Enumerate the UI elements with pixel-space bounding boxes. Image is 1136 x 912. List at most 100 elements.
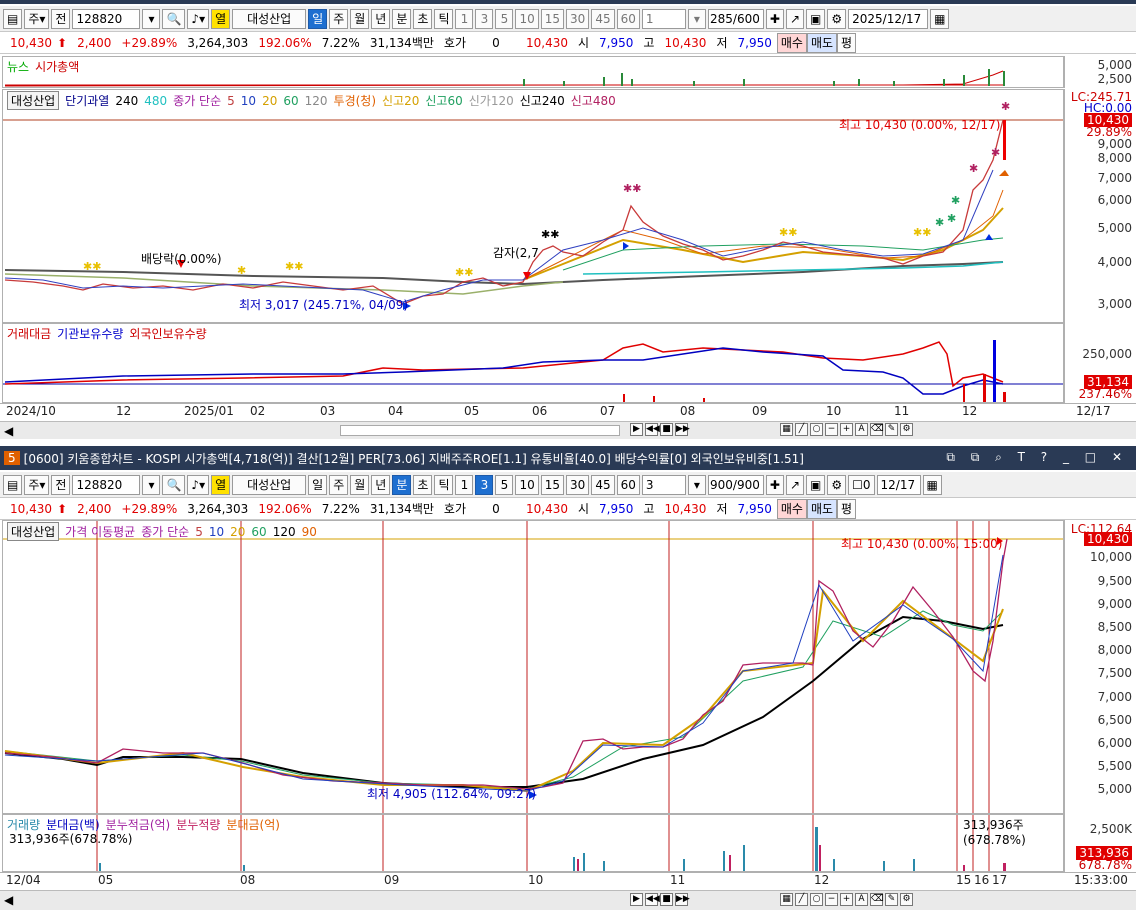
interval-45[interactable]: 45 [591, 474, 615, 495]
period-tick[interactable]: 틱 [434, 8, 454, 29]
period-month[interactable]: 월 [350, 8, 370, 29]
price-pane[interactable]: ✱✱ ✱ ✱✱ ✱✱ ✱✱ ✱✱ ✱✱ ✱✱ ✱ ✱ ✱ ✱ ✱ ✱ 대성산업 단기과열 240 4… [2, 89, 1064, 323]
settings-icon[interactable]: ⚙ [900, 893, 913, 906]
grid-icon[interactable]: ▦ [780, 893, 793, 906]
settings-icon[interactable]: ⚙ [900, 423, 913, 436]
zoom-icon[interactable]: ○ [810, 423, 823, 436]
code-dropdown-icon[interactable]: ▾ [142, 474, 161, 495]
count-input[interactable]: 285/600 [707, 8, 764, 29]
window-controls[interactable]: ⧉ ⧉ ⌕ T ? _ □ ✕ [946, 450, 1128, 465]
hot-badge[interactable]: 열 [211, 474, 231, 495]
sell-button[interactable]: 매도 [806, 32, 838, 53]
eval-button[interactable]: 평 [837, 498, 857, 519]
period-week[interactable]: 주 [329, 8, 349, 29]
interval-60[interactable]: 60 [616, 8, 640, 29]
period-mode-select[interactable]: 주 ▾ [24, 8, 50, 29]
crosshair-icon[interactable]: ✚ [765, 474, 784, 495]
period-minute[interactable]: 분 [392, 8, 412, 29]
interval-5[interactable]: 5 [495, 8, 514, 29]
save-icon[interactable]: ▣ [806, 8, 826, 29]
line-tool-icon[interactable]: ╱ [795, 423, 808, 436]
interval-15[interactable]: 15 [540, 8, 565, 29]
period-year[interactable]: 년 [371, 8, 391, 29]
forward-icon[interactable]: ▶▶ [675, 423, 690, 436]
compare-icon[interactable]: ↗ [785, 474, 805, 495]
period-day[interactable]: 일 [308, 474, 328, 495]
scroll-left-icon[interactable]: ◀ [4, 424, 13, 438]
save-icon[interactable]: ▣ [806, 474, 826, 495]
play-icon[interactable]: ▶ [630, 423, 643, 436]
stop-icon[interactable]: ■ [660, 423, 673, 436]
scroll-left-icon[interactable]: ◀ [4, 893, 13, 907]
date-input[interactable]: 2025/12/17 [848, 8, 929, 29]
compare-icon[interactable]: ↗ [785, 8, 805, 29]
line-tool-icon[interactable]: ╱ [795, 893, 808, 906]
sound-icon[interactable]: ♪▾ [187, 474, 210, 495]
sound-icon[interactable]: ♪▾ [187, 8, 210, 29]
unit-dropdown-icon[interactable]: ▾ [687, 8, 706, 29]
top-scrollbar[interactable]: ◀ ▶ ◀◀ ■ ▶▶ ▦ ╱ ○ − + A ⌫ ✎ ⚙ [0, 421, 1136, 439]
prev-button[interactable]: 전 [51, 8, 71, 29]
zoom-out-icon[interactable]: − [825, 893, 838, 906]
interval-5[interactable]: 5 [495, 474, 514, 495]
text-tool-icon[interactable]: A [855, 893, 868, 906]
search-icon[interactable]: 🔍 [162, 8, 186, 29]
interval-10[interactable]: 10 [515, 8, 539, 29]
interval-1[interactable]: 1 [455, 8, 474, 29]
zoom-in-icon[interactable]: + [840, 423, 853, 436]
period-month[interactable]: 월 [350, 474, 370, 495]
interval-45[interactable]: 45 [591, 8, 615, 29]
interval-60[interactable]: 60 [616, 474, 640, 495]
minute-volume-pane[interactable]: 거래량 분대금(백) 분누적금(억) 분누적량 분대금(억) 313,936주(… [2, 814, 1064, 872]
gear-icon[interactable]: ⚙ [827, 474, 847, 495]
period-year[interactable]: 년 [371, 474, 391, 495]
interval-1[interactable]: 1 [455, 474, 474, 495]
scroll-thumb[interactable] [340, 425, 620, 436]
eraser-icon[interactable]: ⌫ [870, 423, 884, 436]
stock-code-input[interactable]: 128820 [72, 474, 141, 495]
legend-stock-name[interactable]: 대성산업 [7, 91, 60, 110]
interval-3[interactable]: 3 [475, 474, 494, 495]
period-tick[interactable]: 틱 [434, 474, 454, 495]
search-icon[interactable]: 🔍 [162, 474, 186, 495]
gear-icon[interactable]: ⚙ [827, 8, 847, 29]
eval-button[interactable]: 평 [837, 32, 857, 53]
period-week[interactable]: 주 [329, 474, 349, 495]
grid-icon[interactable]: ▦ [780, 423, 793, 436]
period-mode-select[interactable]: 주 ▾ [24, 474, 50, 495]
interval-30[interactable]: 30 [566, 8, 590, 29]
chart-type-icon[interactable]: ▤ [3, 8, 23, 29]
period-day[interactable]: 일 [308, 8, 328, 29]
eraser-icon[interactable]: ⌫ [870, 893, 884, 906]
interval-15[interactable]: 15 [540, 474, 565, 495]
period-second[interactable]: 초 [413, 8, 433, 29]
volume-pane[interactable]: 거래대금 기관보유수량 외국인보유수량 [2, 323, 1064, 403]
sell-button[interactable]: 매도 [806, 498, 838, 519]
checkbox[interactable]: ☐ 0 [848, 474, 875, 495]
interval-10[interactable]: 10 [515, 474, 539, 495]
unit-input[interactable]: 1 [641, 8, 686, 29]
bottom-scrollbar[interactable]: ◀ ▶ ◀◀ ■ ▶▶ ▦ ╱ ○ − + A ⌫ ✎ ⚙ [0, 890, 1136, 910]
code-dropdown-icon[interactable]: ▾ [142, 8, 161, 29]
text-tool-icon[interactable]: A [855, 423, 868, 436]
crosshair-icon[interactable]: ✚ [765, 8, 784, 29]
period-minute[interactable]: 분 [392, 474, 412, 495]
zoom-in-icon[interactable]: + [840, 893, 853, 906]
zoom-icon[interactable]: ○ [810, 893, 823, 906]
zoom-out-icon[interactable]: − [825, 423, 838, 436]
legend-stock-name[interactable]: 대성산업 [7, 522, 60, 541]
chart-type-icon[interactable]: ▤ [3, 474, 23, 495]
unit-dropdown-icon[interactable]: ▾ [687, 474, 706, 495]
pen-icon[interactable]: ✎ [885, 893, 898, 906]
interval-3[interactable]: 3 [475, 8, 494, 29]
interval-30[interactable]: 30 [566, 474, 590, 495]
calendar-icon[interactable]: ▦ [930, 8, 950, 29]
date-input[interactable]: 12/17 [876, 474, 921, 495]
news-pane[interactable]: 뉴스 시가총액 [2, 56, 1064, 88]
stock-code-input[interactable]: 128820 [72, 8, 141, 29]
minute-price-pane[interactable]: 대성산업 가격 이동평균 종가 단순 5 10 20 60 120 90 최고 … [2, 520, 1064, 814]
pen-icon[interactable]: ✎ [885, 423, 898, 436]
unit-input[interactable]: 3 [641, 474, 686, 495]
prev-button[interactable]: 전 [51, 474, 71, 495]
stop-icon[interactable]: ■ [660, 893, 673, 906]
